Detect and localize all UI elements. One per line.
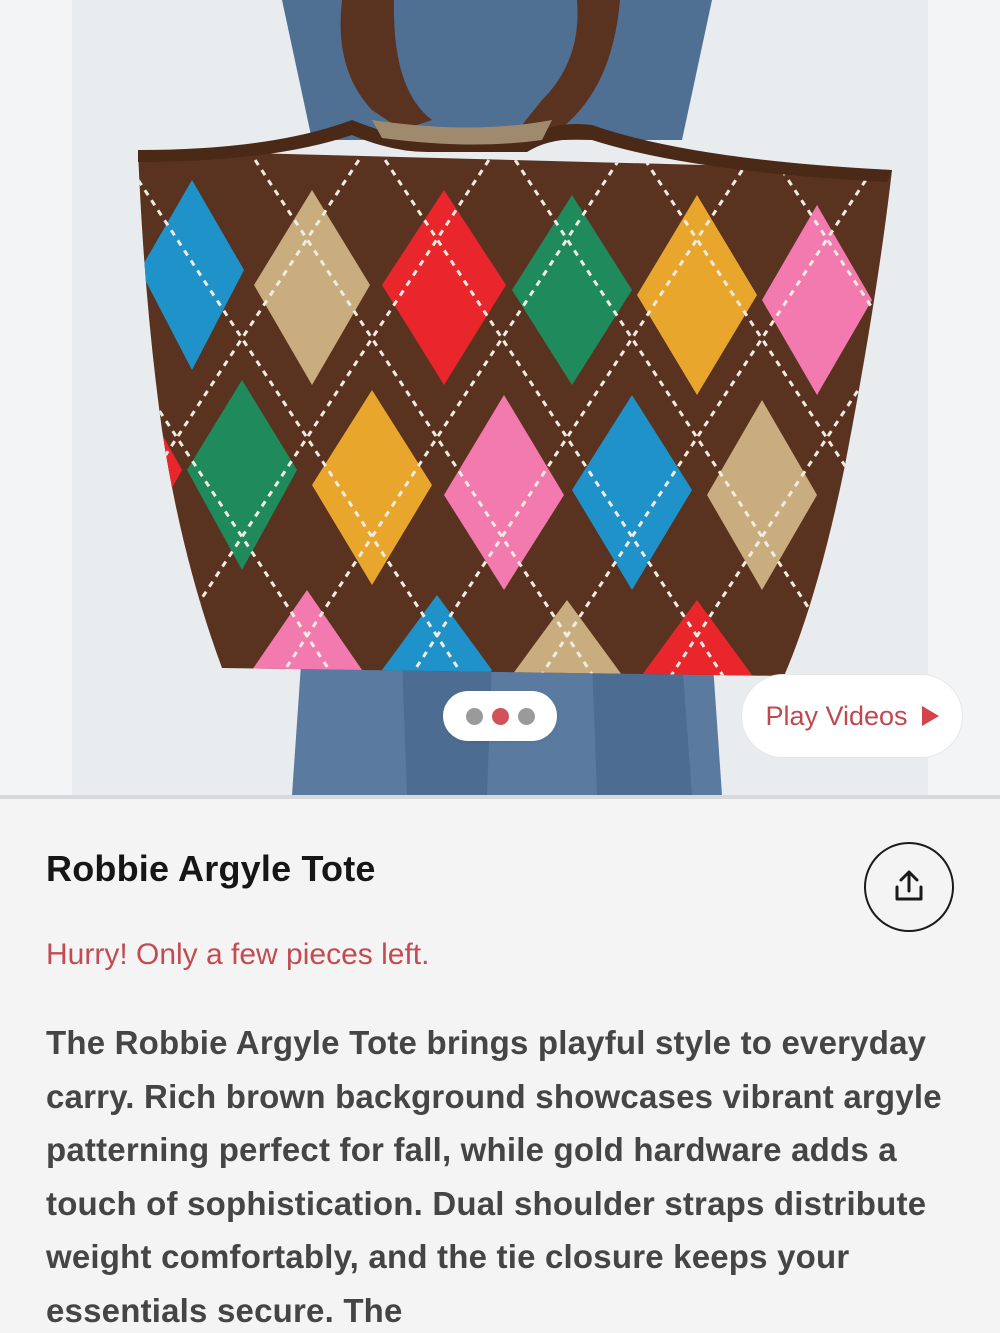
play-videos-button[interactable]: Play Videos <box>741 674 963 758</box>
product-gallery[interactable]: Play Videos <box>0 0 1000 795</box>
share-button[interactable] <box>864 842 954 932</box>
product-title: Robbie Argyle Tote <box>46 848 376 889</box>
carousel-dot-2-active[interactable] <box>491 707 509 725</box>
product-description: The Robbie Argyle Tote brings playful st… <box>46 1024 942 1329</box>
share-icon <box>895 870 923 901</box>
play-icon <box>921 706 939 726</box>
play-videos-label: Play Videos <box>765 700 908 731</box>
carousel-dot-1[interactable] <box>465 707 483 725</box>
stock-warning: Hurry! Only a few pieces left. <box>46 938 430 971</box>
carousel-dot-3[interactable] <box>517 707 535 725</box>
carousel-indicator[interactable] <box>443 691 557 741</box>
divider <box>0 795 1000 799</box>
